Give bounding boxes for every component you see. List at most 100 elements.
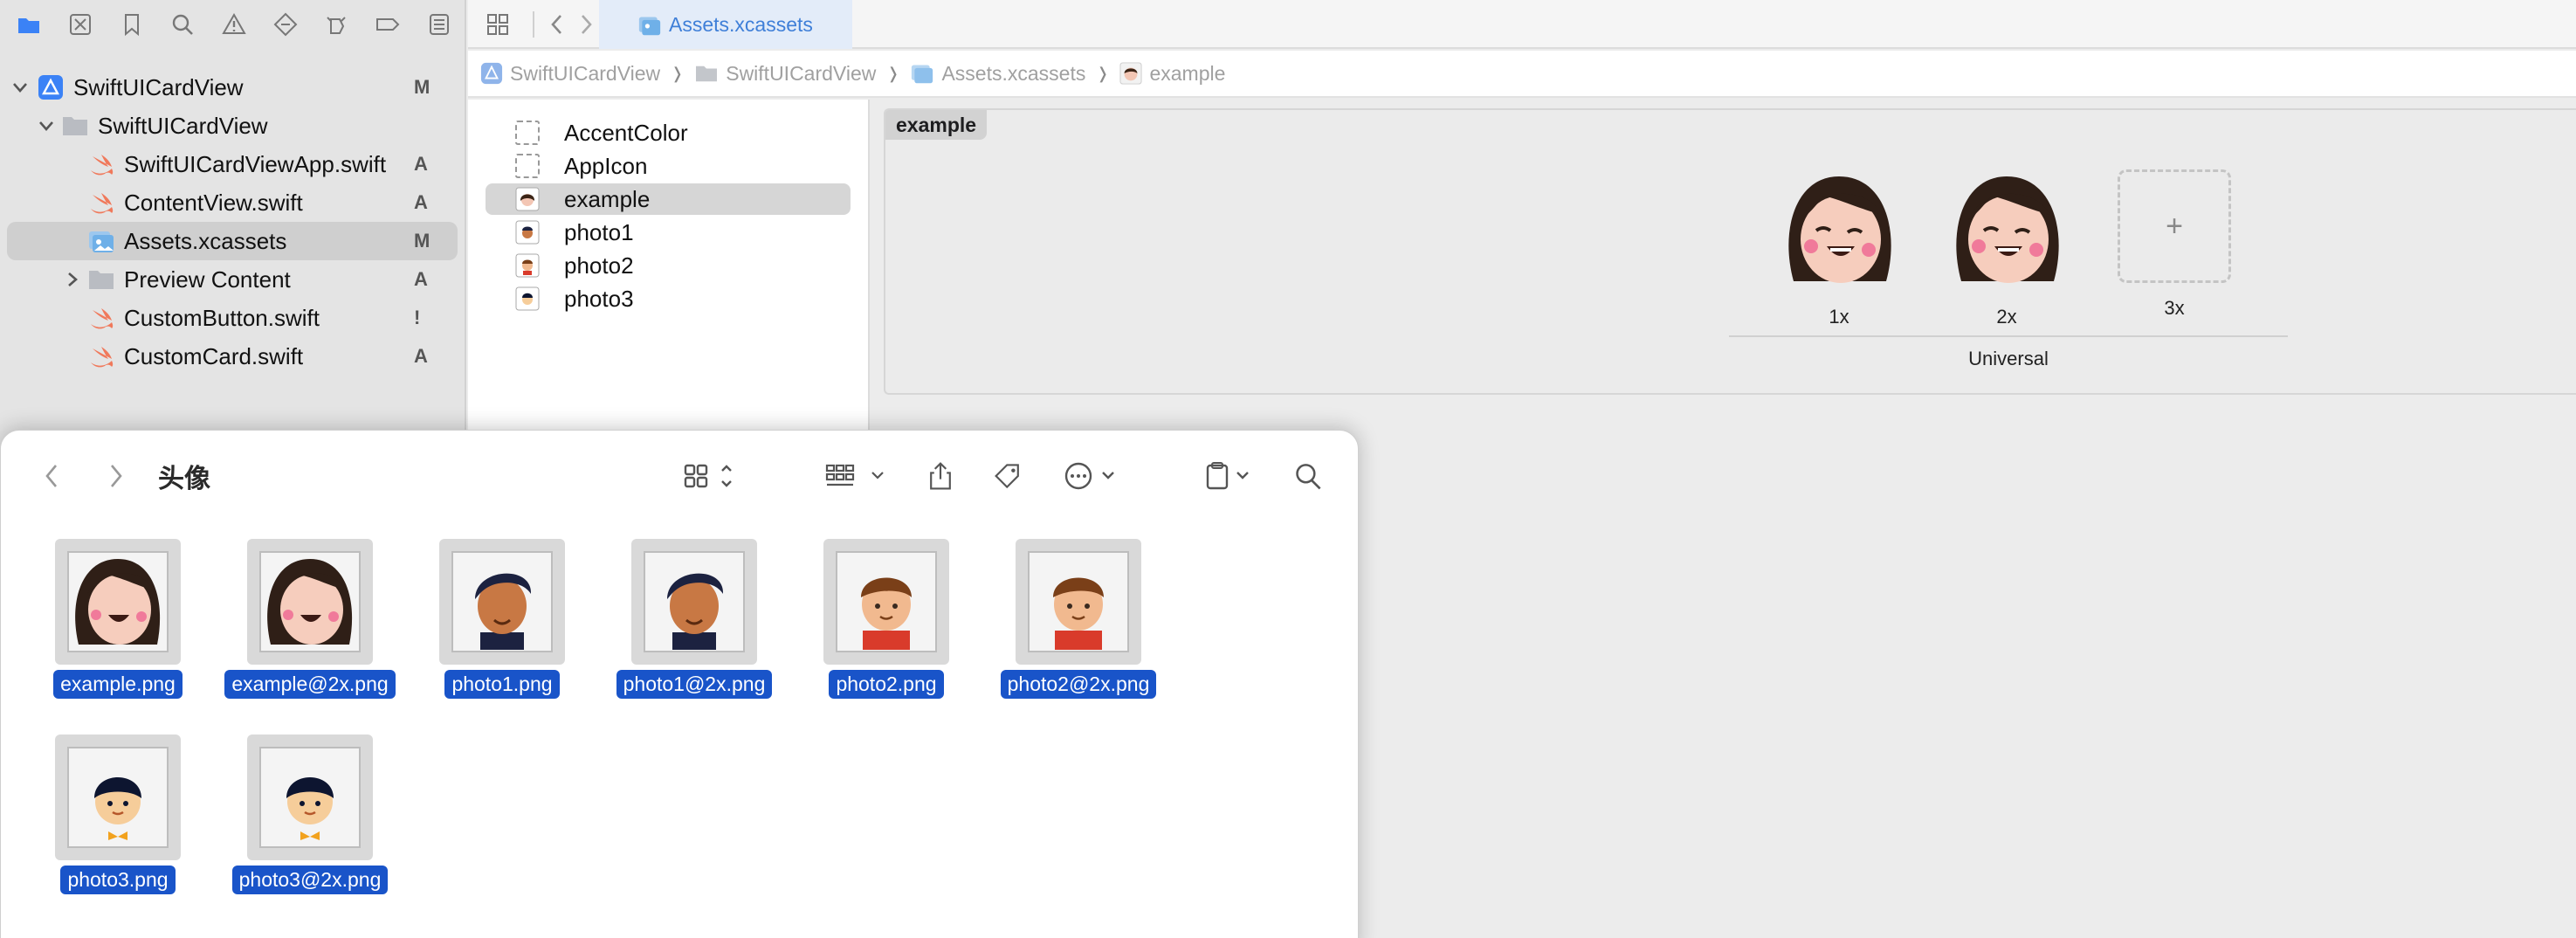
asset-label: photo2 bbox=[564, 252, 634, 279]
folder-icon[interactable] bbox=[3, 0, 55, 49]
breakpoint-icon[interactable] bbox=[362, 0, 414, 49]
finder-window: 头像 example.png example@2x.png photo1.png bbox=[0, 430, 1359, 938]
avatar-girl-image[interactable] bbox=[1778, 169, 1900, 292]
tree-item-group[interactable]: Preview Content A bbox=[0, 260, 465, 299]
file-item[interactable]: photo2@2x.png bbox=[982, 539, 1174, 699]
tree-item-file[interactable]: CustomCard.swift A bbox=[0, 337, 465, 376]
tree-item-file[interactable]: ContentView.swift A bbox=[0, 183, 465, 222]
file-thumbnail bbox=[823, 539, 949, 665]
slot-scale-label: 1x bbox=[1829, 306, 1849, 328]
asset-item-accentcolor[interactable]: AccentColor bbox=[486, 117, 851, 148]
chevron-right-icon: ❭ bbox=[671, 64, 685, 82]
file-thumbnail bbox=[247, 735, 373, 860]
breadcrumb-imageset[interactable]: example bbox=[1119, 62, 1225, 86]
image-slot-2x[interactable]: 2x bbox=[1942, 169, 2071, 328]
avatar-boy-image bbox=[1053, 577, 1104, 650]
tree-item-file[interactable]: SwiftUICardViewApp.swift A bbox=[0, 145, 465, 183]
source-control-icon[interactable] bbox=[55, 0, 107, 49]
tree-item-label: SwiftUICardView bbox=[98, 112, 268, 139]
asset-item-appicon[interactable]: AppIcon bbox=[486, 150, 851, 182]
tab-label: Assets.xcassets bbox=[669, 12, 813, 36]
breadcrumb-assets[interactable]: Assets.xcassets bbox=[910, 62, 1085, 86]
swift-file-icon bbox=[87, 305, 115, 331]
tag-icon[interactable] bbox=[991, 457, 1026, 495]
chevron-down-icon[interactable] bbox=[10, 78, 30, 97]
tab-assets[interactable]: Assets.xcassets bbox=[599, 0, 852, 49]
report-icon[interactable] bbox=[413, 0, 465, 49]
group-by-icon[interactable] bbox=[823, 457, 892, 495]
file-tree: SwiftUICardView M SwiftUICardView SwiftU… bbox=[0, 68, 465, 376]
add-image-button[interactable]: + bbox=[2118, 169, 2231, 283]
editor-tab-bar: Assets.xcassets bbox=[468, 0, 2576, 49]
project-icon bbox=[480, 62, 503, 85]
file-item[interactable]: photo3.png bbox=[22, 735, 214, 894]
file-name: example.png bbox=[53, 670, 183, 699]
image-thumbnail-icon bbox=[515, 253, 540, 278]
file-name: example@2x.png bbox=[224, 670, 396, 699]
status-badge: A bbox=[414, 268, 428, 290]
bookmark-icon[interactable] bbox=[106, 0, 157, 49]
tree-item-group[interactable]: SwiftUICardView bbox=[0, 107, 465, 145]
asset-label: photo3 bbox=[564, 285, 634, 312]
swift-file-icon bbox=[87, 151, 115, 177]
chevron-right-icon[interactable] bbox=[63, 270, 82, 289]
forward-arrow-icon[interactable] bbox=[102, 457, 128, 495]
breadcrumb-label: SwiftUICardView bbox=[510, 61, 661, 85]
grid-icon[interactable] bbox=[479, 0, 517, 49]
debug-icon[interactable] bbox=[311, 0, 362, 49]
avatar-girl-image[interactable] bbox=[1946, 169, 2068, 292]
asset-item-photo3[interactable]: photo3 bbox=[486, 283, 851, 314]
chevron-down-icon[interactable] bbox=[37, 116, 56, 135]
status-badge: M bbox=[414, 76, 430, 98]
file-thumbnail bbox=[55, 539, 181, 665]
back-arrow-icon[interactable] bbox=[39, 457, 65, 495]
file-item[interactable]: example@2x.png bbox=[214, 539, 406, 699]
file-name: photo2.png bbox=[829, 670, 944, 699]
assets-icon bbox=[87, 228, 115, 254]
file-item[interactable]: photo1.png bbox=[406, 539, 598, 699]
back-arrow-icon[interactable] bbox=[540, 0, 575, 49]
color-set-icon bbox=[515, 121, 540, 145]
search-icon[interactable] bbox=[1291, 457, 1326, 495]
test-icon[interactable] bbox=[259, 0, 311, 49]
chevron-right-icon: ❭ bbox=[886, 64, 900, 82]
file-name: photo3.png bbox=[60, 866, 176, 894]
avatar-kid-image bbox=[286, 777, 334, 840]
asset-item-example[interactable]: example bbox=[486, 183, 851, 215]
search-icon[interactable] bbox=[157, 0, 209, 49]
warning-icon[interactable] bbox=[209, 0, 260, 49]
clipboard-icon[interactable] bbox=[1204, 457, 1258, 495]
asset-item-photo2[interactable]: photo2 bbox=[486, 250, 851, 281]
image-slot-1x[interactable]: 1x bbox=[1774, 169, 1904, 328]
breadcrumb-group[interactable]: SwiftUICardView bbox=[694, 62, 876, 86]
forward-arrow-icon[interactable] bbox=[573, 0, 599, 49]
asset-item-photo1[interactable]: photo1 bbox=[486, 217, 851, 248]
view-mode-icon[interactable] bbox=[682, 457, 743, 495]
file-item[interactable]: photo3@2x.png bbox=[214, 735, 406, 894]
file-name: photo3@2x.png bbox=[231, 866, 389, 894]
tree-item-file[interactable]: CustomButton.swift ! bbox=[0, 299, 465, 337]
plus-icon: + bbox=[2166, 209, 2183, 243]
file-thumbnail bbox=[247, 539, 373, 665]
image-slot-3x[interactable]: + 3x bbox=[2110, 169, 2239, 320]
device-group-label: Universal bbox=[1968, 348, 2049, 369]
breadcrumb-label: example bbox=[1149, 61, 1226, 85]
breadcrumb-label: SwiftUICardView bbox=[726, 61, 877, 85]
file-thumbnail bbox=[631, 539, 757, 665]
tree-item-project[interactable]: SwiftUICardView M bbox=[0, 68, 465, 107]
folder-icon bbox=[696, 66, 718, 82]
file-item[interactable]: example.png bbox=[22, 539, 214, 699]
file-item[interactable]: photo1@2x.png bbox=[598, 539, 790, 699]
chevron-right-icon: ❭ bbox=[1096, 64, 1110, 82]
status-badge: ! bbox=[414, 307, 421, 328]
image-thumbnail-icon bbox=[515, 187, 540, 211]
tree-item-label: SwiftUICardViewApp.swift bbox=[124, 150, 387, 177]
share-icon[interactable] bbox=[923, 457, 958, 495]
file-item[interactable]: photo2.png bbox=[790, 539, 982, 699]
divider bbox=[1729, 335, 2288, 337]
navigator-toolbar bbox=[0, 0, 465, 49]
breadcrumb-project[interactable]: SwiftUICardView bbox=[480, 62, 660, 86]
asset-label: AppIcon bbox=[564, 152, 648, 179]
tree-item-assets[interactable]: Assets.xcassets M bbox=[7, 222, 458, 260]
more-actions-icon[interactable] bbox=[1063, 457, 1127, 495]
